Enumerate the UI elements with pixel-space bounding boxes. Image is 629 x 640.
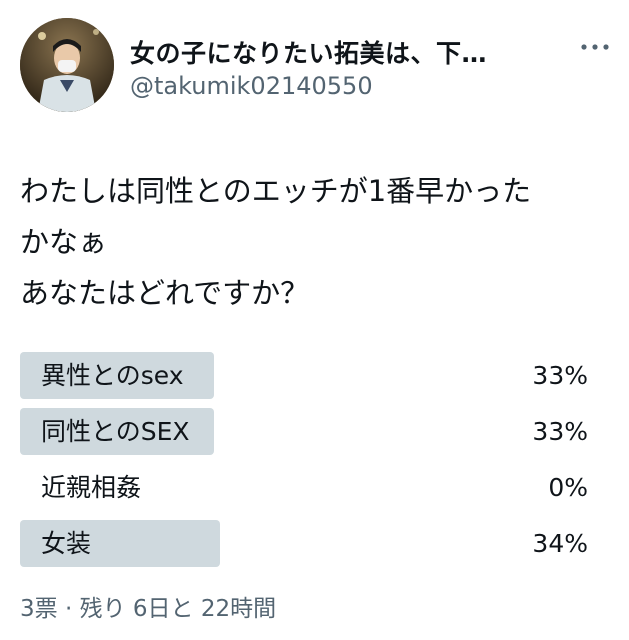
avatar-photo bbox=[20, 18, 114, 112]
poll-footer: 3票 · 残り 6日と 22時間 bbox=[20, 596, 277, 622]
poll: 異性とのsex 33% 同性とのSEX 33% 近親相姦 0% 女装 34% bbox=[20, 352, 588, 576]
tweet-text-line: かなぁ bbox=[20, 225, 108, 259]
tweet-header: 女の子になりたい拓美は、下… @takumik02140550 bbox=[20, 18, 610, 118]
display-name[interactable]: 女の子になりたい拓美は、下… bbox=[130, 34, 487, 70]
tweet-text-line: あなたはどれですか？ bbox=[20, 276, 310, 310]
poll-option: 女装 34% bbox=[20, 520, 588, 567]
avatar[interactable] bbox=[20, 18, 114, 112]
user-handle[interactable]: @takumik02140550 bbox=[130, 72, 373, 100]
poll-option-percent: 33% bbox=[532, 417, 588, 446]
poll-option-label: 異性とのsex bbox=[41, 361, 184, 390]
poll-option: 近親相姦 0% bbox=[20, 464, 588, 511]
poll-option-label: 近親相姦 bbox=[41, 473, 142, 502]
tweet-text: わたしは同性とのエッチが1番早かった かなぁ あなたはどれですか？ bbox=[20, 166, 610, 319]
poll-option-percent: 33% bbox=[532, 361, 588, 390]
poll-option-label: 同性とのSEX bbox=[41, 417, 190, 446]
tweet-text-line: わたしは同性とのエッチが1番早かった bbox=[20, 174, 532, 208]
poll-option: 同性とのSEX 33% bbox=[20, 408, 588, 455]
poll-option-percent: 0% bbox=[548, 473, 588, 502]
poll-option-label: 女装 bbox=[41, 529, 92, 558]
more-dots-icon[interactable] bbox=[580, 42, 610, 52]
poll-option-percent: 34% bbox=[532, 529, 588, 558]
poll-option: 異性とのsex 33% bbox=[20, 352, 588, 399]
